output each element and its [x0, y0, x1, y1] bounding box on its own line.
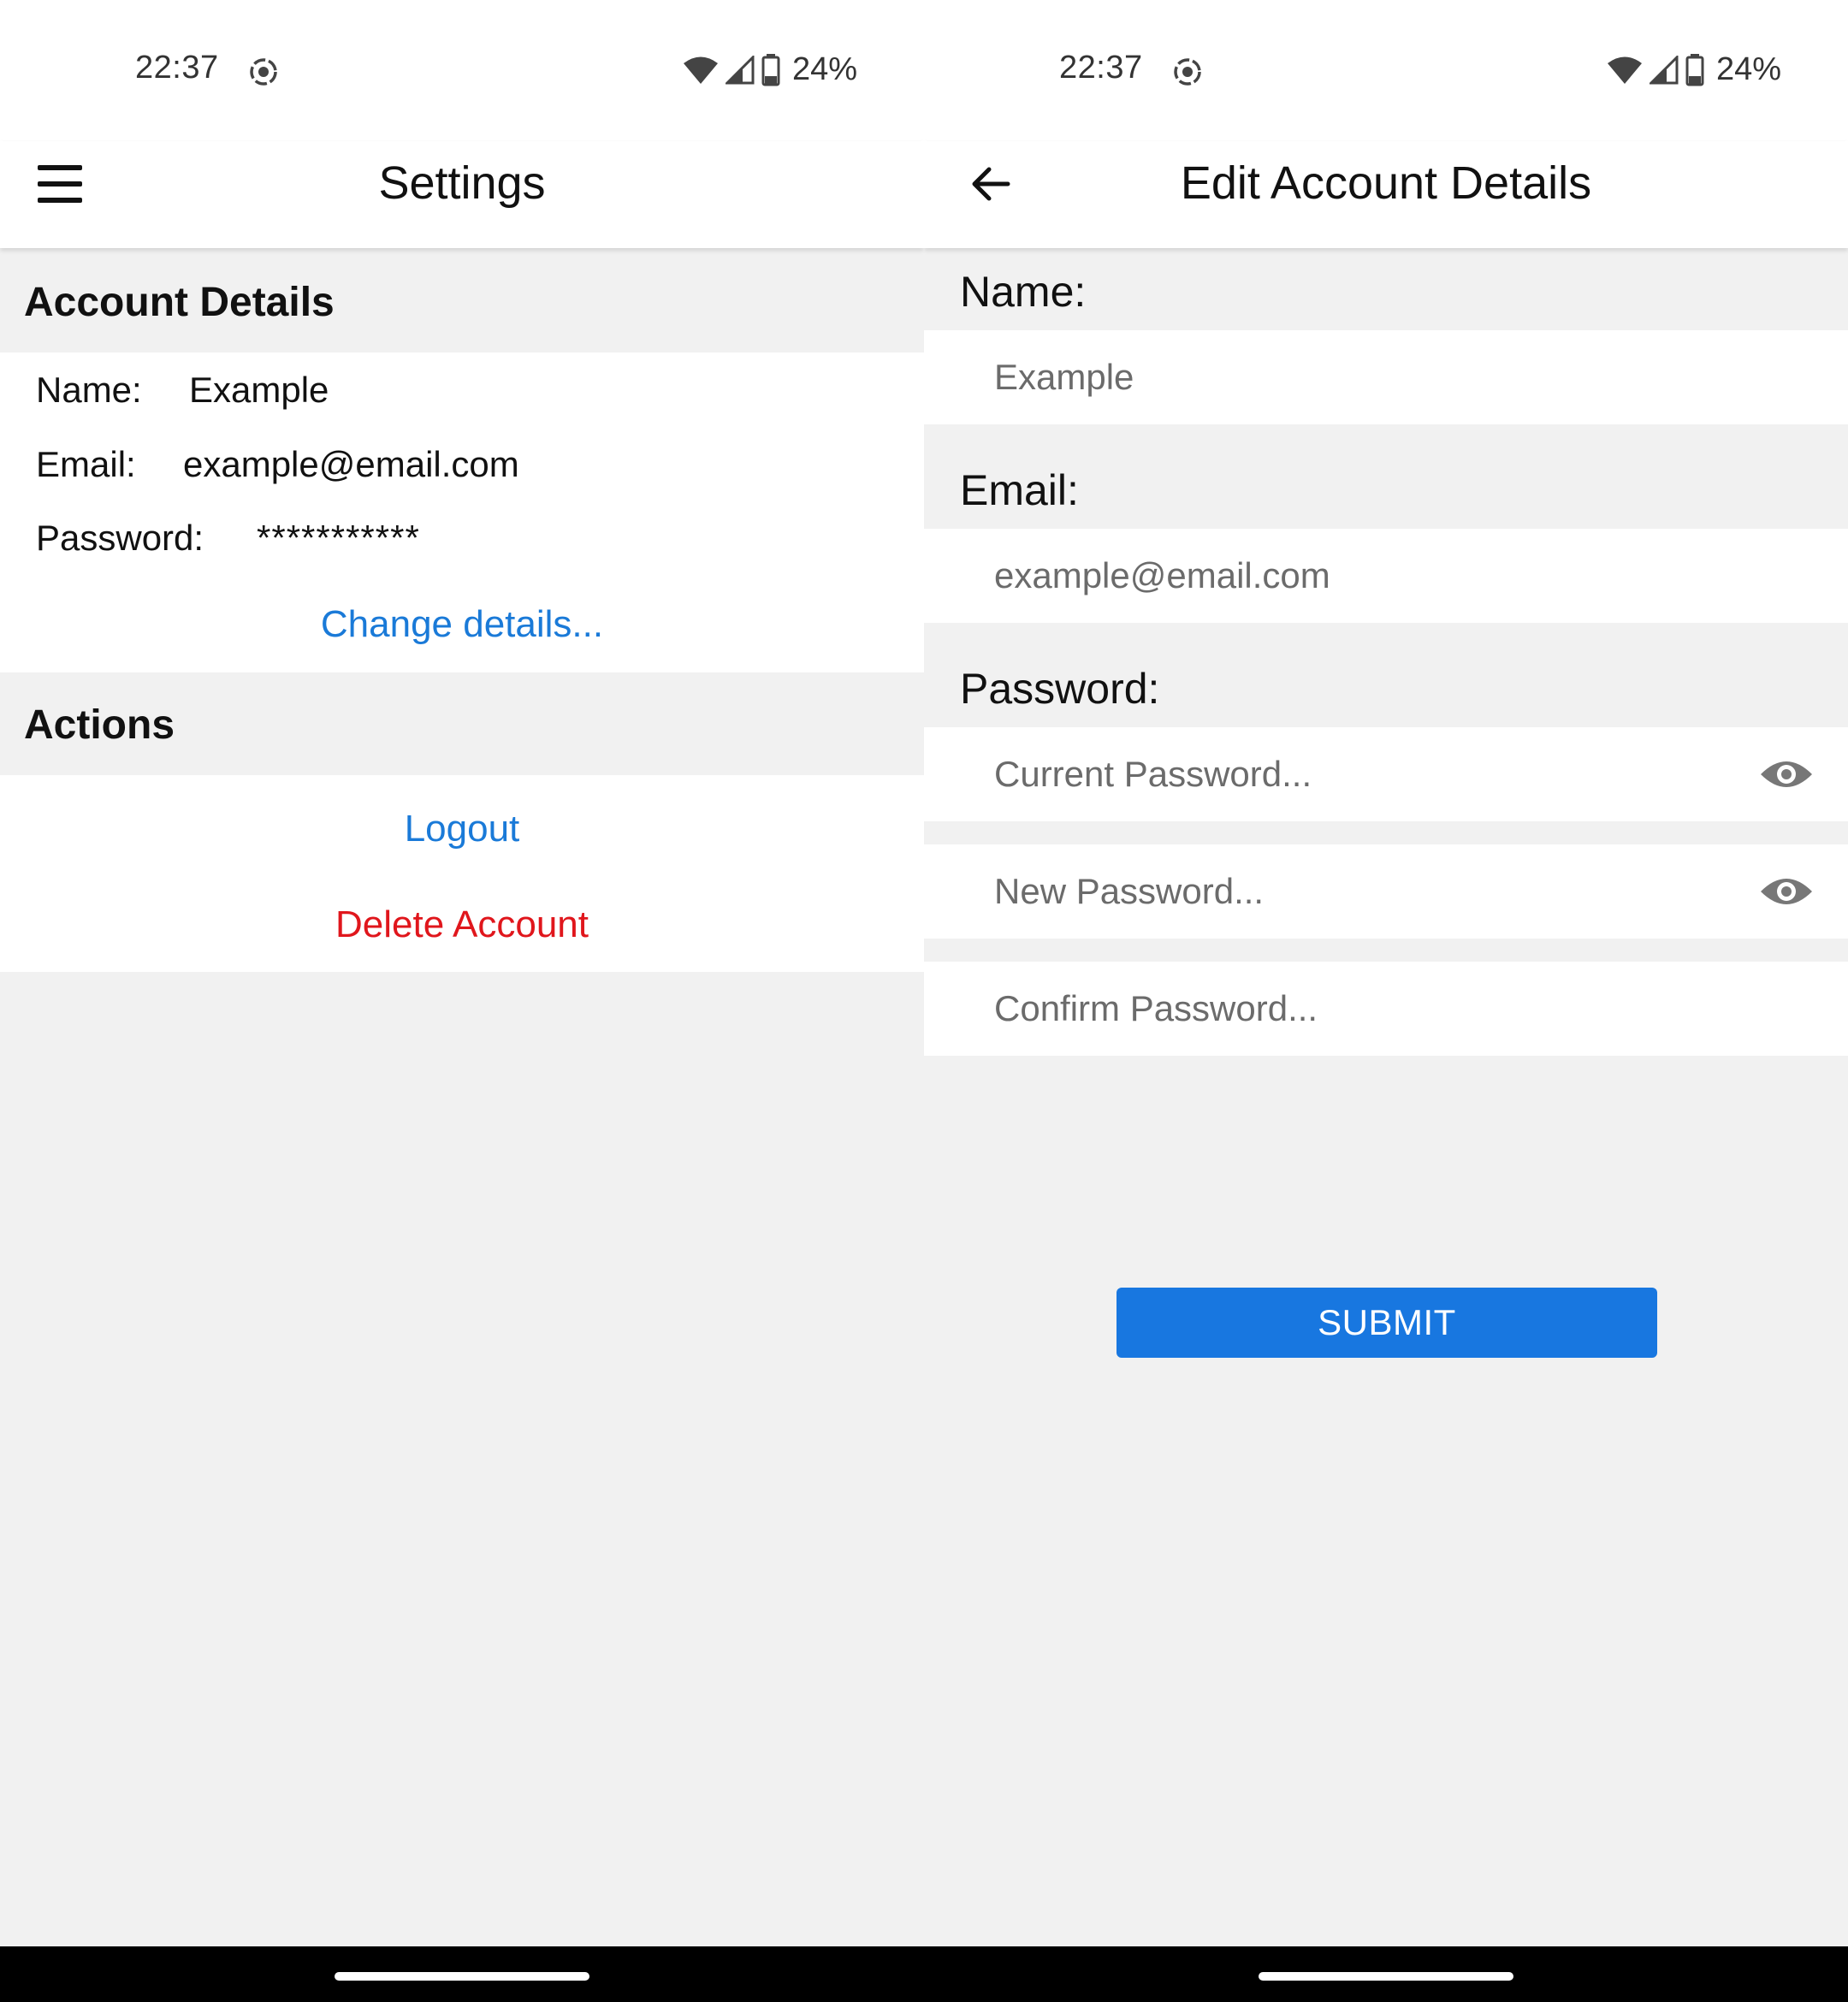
name-field-box	[924, 330, 1848, 424]
account-details-header: Account Details	[0, 250, 924, 352]
battery-icon	[1685, 53, 1704, 86]
delete-account-link[interactable]: Delete Account	[0, 903, 924, 946]
eye-icon[interactable]	[1759, 873, 1814, 910]
email-label: Email:	[960, 466, 1079, 514]
status-time: 22:37	[135, 50, 219, 86]
home-gesture-handle[interactable]	[335, 1972, 589, 1981]
edit-account-screen: 22:37 24% Edit Account Details Name: Exa…	[924, 0, 1848, 1946]
password-value: ***********	[257, 518, 420, 558]
name-label: Name:	[960, 268, 1087, 316]
logout-link[interactable]: Logout	[0, 808, 924, 850]
battery-percent: 24%	[1715, 51, 1781, 87]
current-password-input[interactable]	[994, 727, 1764, 821]
password-label: Password:	[960, 665, 1160, 713]
system-nav-bar	[0, 1946, 1848, 2002]
name-label: Name:	[36, 370, 142, 410]
page-title: Edit Account Details	[1180, 157, 1592, 209]
app-bar: Settings	[0, 141, 924, 248]
submit-button[interactable]: SUBMIT	[1116, 1288, 1657, 1358]
actions-card: Logout Delete Account	[0, 775, 924, 972]
home-gesture-handle[interactable]	[1259, 1972, 1513, 1981]
name-input[interactable]	[994, 330, 1764, 424]
email-input[interactable]	[994, 529, 1764, 623]
wifi-icon	[1607, 56, 1642, 84]
new-password-field-box	[924, 844, 1848, 939]
current-password-field-box	[924, 727, 1848, 821]
confirm-password-field-box	[924, 962, 1848, 1056]
status-bar: 22:37 24%	[0, 0, 924, 141]
page-title: Settings	[378, 157, 546, 209]
name-value: Example	[189, 370, 329, 410]
wifi-icon	[683, 56, 718, 84]
section-title: Account Details	[24, 280, 335, 325]
eye-icon[interactable]	[1759, 755, 1814, 793]
email-field-box	[924, 529, 1848, 623]
signal-icon	[1649, 55, 1679, 84]
screen-record-icon	[250, 58, 277, 86]
email-value: example@email.com	[183, 444, 519, 484]
screen-record-icon	[1174, 58, 1201, 86]
settings-screen: 22:37 24% Settings Account Details Name:…	[0, 0, 924, 1946]
new-password-input[interactable]	[994, 844, 1764, 939]
password-label: Password:	[36, 518, 204, 558]
status-icons: 24%	[1607, 51, 1781, 88]
signal-icon	[725, 55, 755, 84]
account-details-card: Name: Example Email: example@email.com P…	[0, 352, 924, 672]
email-label: Email:	[36, 444, 136, 484]
confirm-password-input[interactable]	[994, 962, 1764, 1056]
change-details-link[interactable]: Change details...	[0, 603, 924, 646]
status-bar: 22:37 24%	[924, 0, 1848, 141]
battery-icon	[761, 53, 780, 86]
actions-header: Actions	[0, 672, 924, 775]
status-time: 22:37	[1059, 50, 1143, 86]
status-icons: 24%	[683, 51, 857, 88]
section-title: Actions	[24, 702, 175, 748]
battery-percent: 24%	[791, 51, 857, 87]
app-bar: Edit Account Details	[924, 141, 1848, 248]
